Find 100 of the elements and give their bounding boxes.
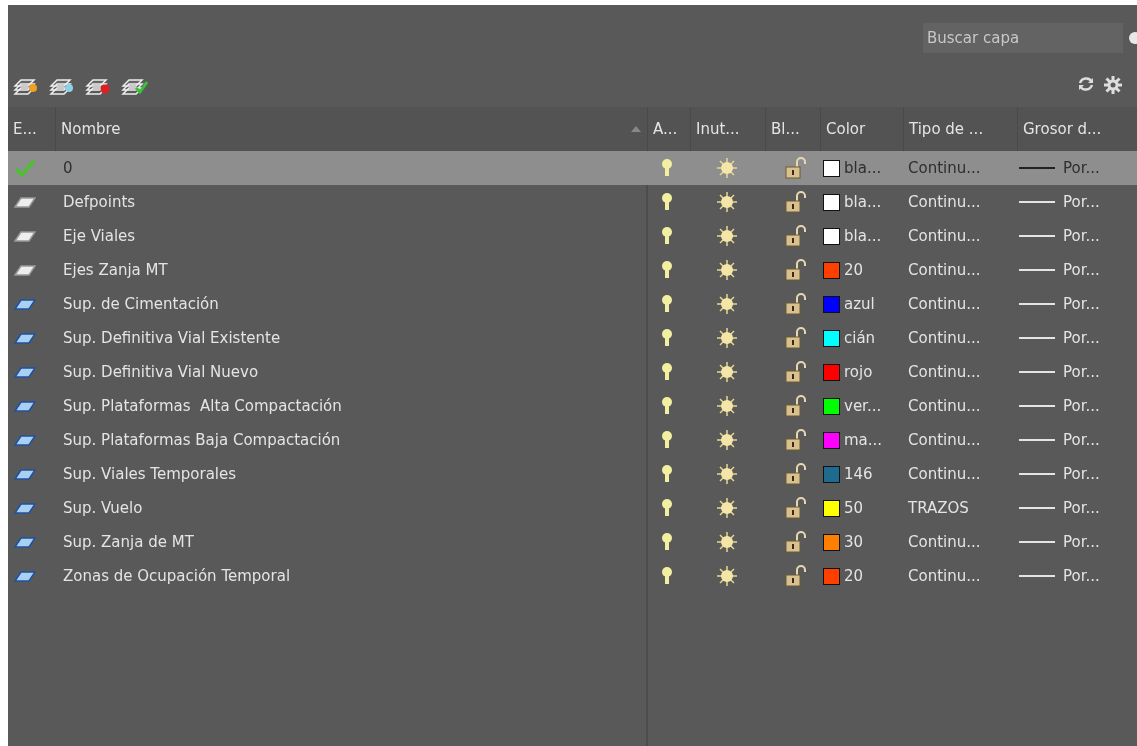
linetype-name[interactable]: Continu... <box>908 397 981 415</box>
unlocked-padlock-icon[interactable] <box>785 565 806 587</box>
color-name[interactable]: cián <box>844 329 876 347</box>
linetype-name[interactable]: Continu... <box>908 533 981 551</box>
sun-icon[interactable] <box>716 395 738 417</box>
unlocked-padlock-icon[interactable] <box>785 157 806 179</box>
lineweight-name[interactable]: Por... <box>1063 431 1100 449</box>
unlocked-padlock-icon[interactable] <box>785 429 806 451</box>
linetype-name[interactable]: Continu... <box>908 193 981 211</box>
lineweight-name[interactable]: Por... <box>1063 295 1100 313</box>
lightbulb-icon[interactable] <box>661 192 673 212</box>
color-swatch[interactable] <box>823 465 840 483</box>
layer-row[interactable]: Sup. Plataformas Baja Compactación ma... Continu... Por... <box>8 423 1137 457</box>
layer-row[interactable]: Sup. Viales Temporales 146 Continu... Por... <box>8 457 1137 491</box>
lightbulb-icon[interactable] <box>661 498 673 518</box>
sun-icon[interactable] <box>716 497 738 519</box>
color-swatch[interactable] <box>823 193 840 211</box>
sun-icon[interactable] <box>716 157 738 179</box>
color-swatch[interactable] <box>823 567 840 585</box>
color-name[interactable]: ma... <box>844 431 883 449</box>
linetype-name[interactable]: TRAZOS <box>908 499 969 517</box>
color-swatch[interactable] <box>823 431 840 449</box>
color-name[interactable]: 20 <box>844 261 864 279</box>
sun-icon[interactable] <box>716 327 738 349</box>
lightbulb-icon[interactable] <box>661 362 673 382</box>
color-name[interactable]: bla... <box>844 159 882 177</box>
linetype-name[interactable]: Continu... <box>908 465 981 483</box>
sun-icon[interactable] <box>716 191 738 213</box>
settings-icon[interactable] <box>1103 75 1123 95</box>
unlocked-padlock-icon[interactable] <box>785 463 806 485</box>
column-header[interactable]: Grosor d... <box>1023 120 1102 138</box>
color-swatch[interactable] <box>823 329 840 347</box>
color-name[interactable]: 50 <box>844 499 864 517</box>
linetype-name[interactable]: Continu... <box>908 295 981 313</box>
layer-row[interactable]: Sup. Vuelo 50 TRAZOS Por... <box>8 491 1137 525</box>
layer-row[interactable]: Sup. Zanja de MT 30 Continu... Por... <box>8 525 1137 559</box>
column-header[interactable]: Bl... <box>771 120 800 138</box>
color-name[interactable]: rojo <box>844 363 873 381</box>
color-name[interactable]: bla... <box>844 227 882 245</box>
lightbulb-icon[interactable] <box>661 260 673 280</box>
lineweight-name[interactable]: Por... <box>1063 533 1100 551</box>
linetype-name[interactable]: Continu... <box>908 159 981 177</box>
refresh-icon[interactable] <box>1077 75 1095 93</box>
color-swatch[interactable] <box>823 363 840 381</box>
lineweight-name[interactable]: Por... <box>1063 193 1100 211</box>
unlocked-padlock-icon[interactable] <box>785 259 806 281</box>
column-header[interactable]: A... <box>653 120 678 138</box>
color-name[interactable]: ver... <box>844 397 882 415</box>
lineweight-name[interactable]: Por... <box>1063 261 1100 279</box>
lightbulb-icon[interactable] <box>661 566 673 586</box>
color-swatch[interactable] <box>823 397 840 415</box>
color-swatch[interactable] <box>823 227 840 245</box>
layer-row[interactable]: Sup. Definitiva Vial Nuevo rojo Continu... Por... <box>8 355 1137 389</box>
column-header[interactable]: Tipo de ... <box>909 120 984 138</box>
linetype-name[interactable]: Continu... <box>908 227 981 245</box>
unlocked-padlock-icon[interactable] <box>785 225 806 247</box>
lightbulb-icon[interactable] <box>661 396 673 416</box>
column-header[interactable]: E... <box>13 120 37 138</box>
unlocked-padlock-icon[interactable] <box>785 497 806 519</box>
linetype-name[interactable]: Continu... <box>908 431 981 449</box>
lightbulb-icon[interactable] <box>661 430 673 450</box>
search-field[interactable]: Buscar capa <box>923 23 1123 53</box>
lightbulb-icon[interactable] <box>661 328 673 348</box>
lightbulb-icon[interactable] <box>661 294 673 314</box>
layer-row[interactable]: Sup. Plataformas Alta Compactación ver... Continu... Por... <box>8 389 1137 423</box>
color-swatch[interactable] <box>823 533 840 551</box>
lineweight-name[interactable]: Por... <box>1063 499 1100 517</box>
color-name[interactable]: 30 <box>844 533 864 551</box>
color-swatch[interactable] <box>823 499 840 517</box>
linetype-name[interactable]: Continu... <box>908 329 981 347</box>
sun-icon[interactable] <box>716 429 738 451</box>
sun-icon[interactable] <box>716 225 738 247</box>
lineweight-name[interactable]: Por... <box>1063 397 1100 415</box>
unlocked-padlock-icon[interactable] <box>785 395 806 417</box>
color-swatch[interactable] <box>823 159 840 177</box>
column-header[interactable]: Inut... <box>696 120 740 138</box>
layer-row[interactable]: 0 bla... Continu... Por... <box>8 151 1137 185</box>
color-name[interactable]: 20 <box>844 567 864 585</box>
color-swatch[interactable] <box>823 261 840 279</box>
unlocked-padlock-icon[interactable] <box>785 293 806 315</box>
lineweight-name[interactable]: Por... <box>1063 465 1100 483</box>
lineweight-name[interactable]: Por... <box>1063 363 1100 381</box>
unlocked-padlock-icon[interactable] <box>785 361 806 383</box>
layer-row[interactable]: Defpoints bla... Continu... Por... <box>8 185 1137 219</box>
sun-icon[interactable] <box>716 463 738 485</box>
sun-icon[interactable] <box>716 531 738 553</box>
color-name[interactable]: bla... <box>844 193 882 211</box>
sun-icon[interactable] <box>716 361 738 383</box>
linetype-name[interactable]: Continu... <box>908 363 981 381</box>
lightbulb-icon[interactable] <box>661 226 673 246</box>
layer-row[interactable]: Sup. de Cimentación azul Continu... Por... <box>8 287 1137 321</box>
lineweight-name[interactable]: Por... <box>1063 329 1100 347</box>
color-name[interactable]: 146 <box>844 465 873 483</box>
layer-row[interactable]: Sup. Definitiva Vial Existente cián Continu... Por... <box>8 321 1137 355</box>
color-swatch[interactable] <box>823 295 840 313</box>
linetype-name[interactable]: Continu... <box>908 567 981 585</box>
unlocked-padlock-icon[interactable] <box>785 531 806 553</box>
unlocked-padlock-icon[interactable] <box>785 191 806 213</box>
linetype-name[interactable]: Continu... <box>908 261 981 279</box>
lineweight-name[interactable]: Por... <box>1063 159 1100 177</box>
